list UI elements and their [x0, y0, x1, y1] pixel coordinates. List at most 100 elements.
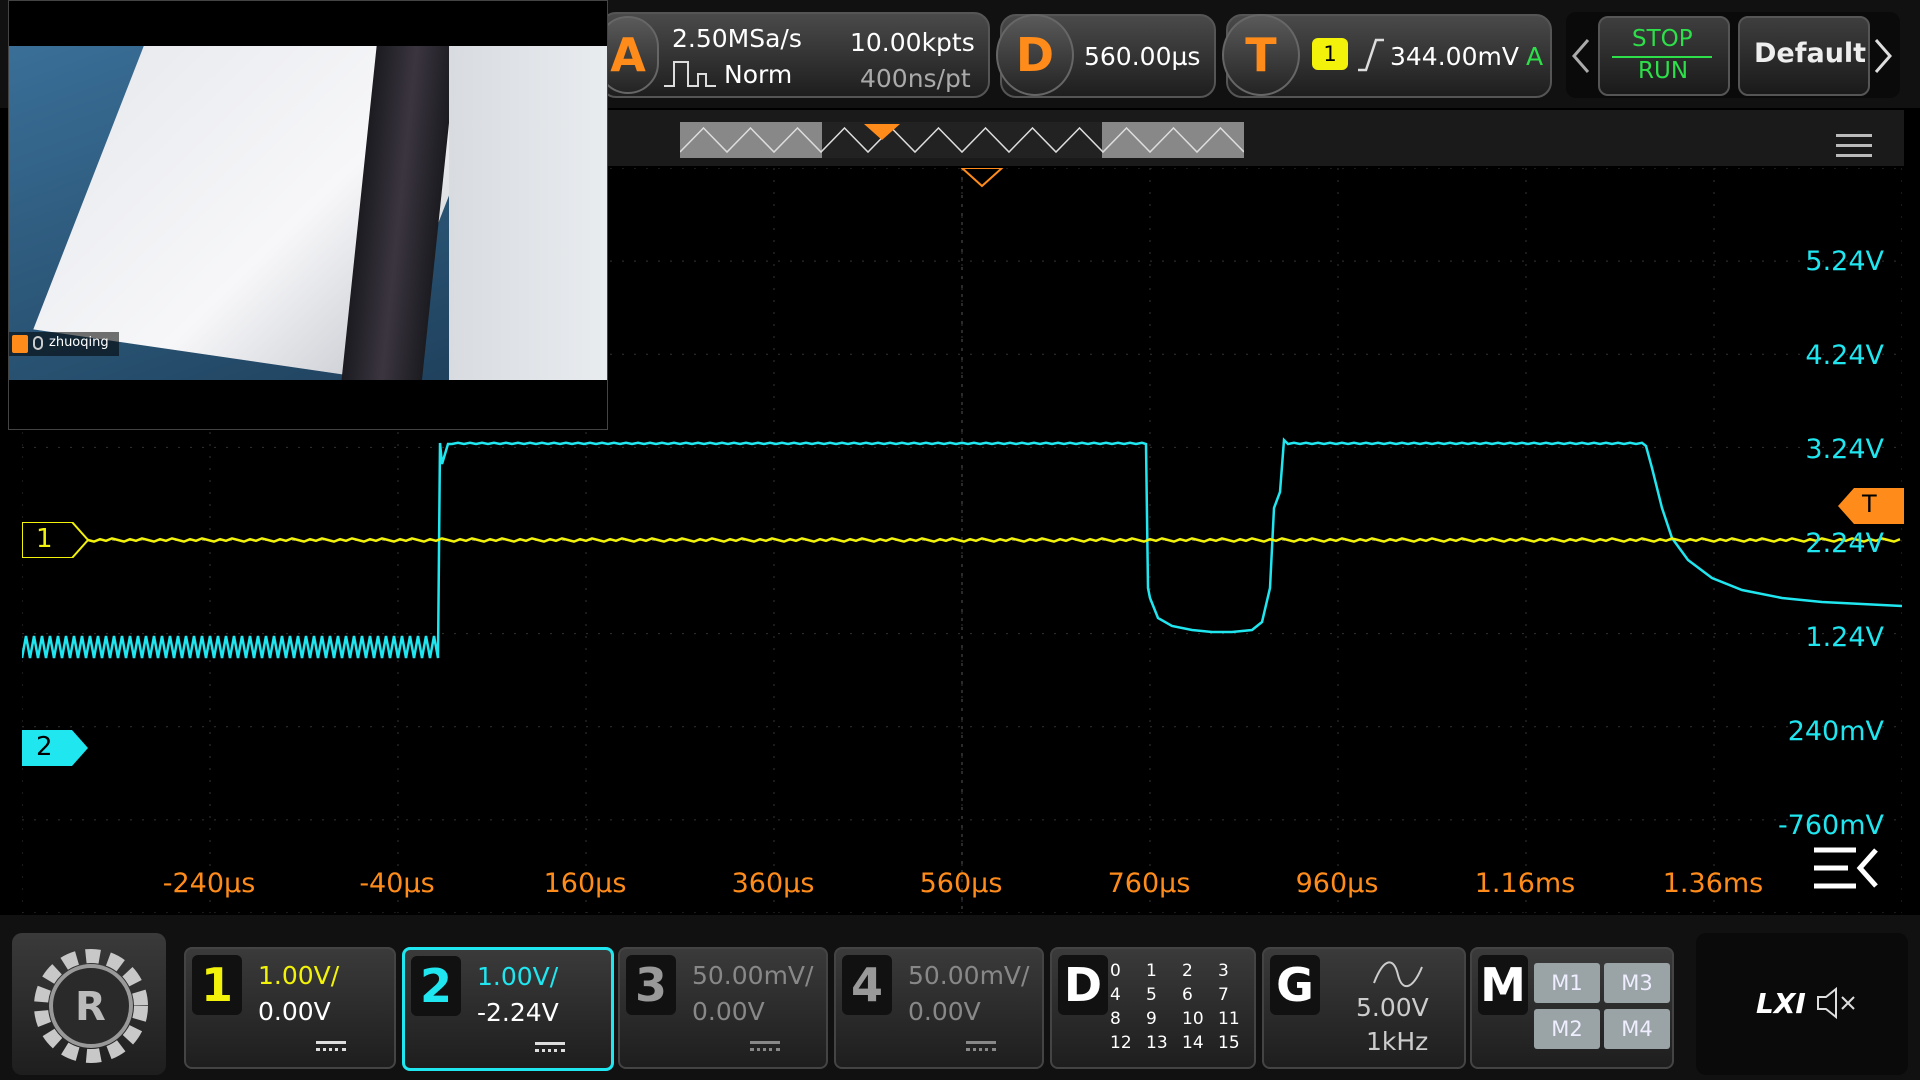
time-label: 160µs [543, 868, 627, 899]
trigger-mode: A [1526, 42, 1544, 71]
delay-icon[interactable]: D [996, 14, 1074, 96]
voltage-label: 2.24V [1805, 528, 1884, 559]
ch1-offset: 0.00V [258, 997, 331, 1026]
trigger-level: 344.00mV [1390, 42, 1519, 71]
ch1-card[interactable]: 1 1.00V/ 0.00V [184, 947, 396, 1069]
math-m4-button[interactable]: M4 [1604, 1009, 1670, 1049]
ch1-marker-label: 1 [36, 524, 53, 554]
participant-tag: zhuoqing [9, 332, 119, 356]
digital-bit-label: 0 [1110, 961, 1121, 981]
acq-mode: Norm [724, 60, 793, 89]
ch1-number: 1 [192, 955, 242, 1015]
time-per-point: 400ns/pt [860, 64, 971, 93]
participant-name: zhuoqing [49, 335, 109, 350]
ch1-scale: 1.00V/ [258, 961, 340, 990]
digital-bit-label: 14 [1182, 1033, 1204, 1053]
webcam-overlay[interactable]: zhuoqing [8, 0, 608, 430]
time-label: 360µs [731, 868, 815, 899]
voltage-label: 3.24V [1805, 434, 1884, 465]
digital-bit-label: 8 [1110, 1009, 1121, 1029]
math-m1-button[interactable]: M1 [1534, 963, 1600, 1003]
digital-bit-label: 6 [1182, 985, 1193, 1005]
sine-wave-icon [1373, 961, 1423, 987]
dc-coupling-icon [316, 1041, 346, 1051]
digital-bit-label: 9 [1146, 1009, 1157, 1029]
ch3-number: 3 [626, 955, 676, 1015]
voltage-label: -760mV [1777, 810, 1884, 841]
dc-coupling-icon [535, 1042, 565, 1052]
memory-depth: 10.00kpts [850, 28, 975, 57]
digital-bit-label: 13 [1146, 1033, 1168, 1053]
ch4-offset: 0.00V [908, 997, 981, 1026]
digital-bit-label: 5 [1146, 985, 1157, 1005]
time-label: -40µs [359, 868, 435, 899]
voltage-label: 4.24V [1805, 340, 1884, 371]
ch2-offset-marker[interactable] [22, 730, 92, 766]
background-wall [449, 46, 607, 380]
digital-bit-label: 3 [1218, 961, 1229, 981]
digital-card[interactable]: D 0 1 2 3 4 5 6 7 8 9 10 11 12 13 14 15 [1050, 947, 1256, 1069]
rigol-gear-logo-icon: R [34, 949, 148, 1063]
math-letter: M [1478, 955, 1528, 1015]
chevron-left-icon[interactable] [1570, 36, 1592, 76]
ch4-scale: 50.00mV/ [908, 961, 1030, 990]
digital-bit-label: 7 [1218, 985, 1229, 1005]
math-m3-button[interactable]: M3 [1604, 963, 1670, 1003]
digital-bit-label: 10 [1182, 1009, 1204, 1029]
digital-bit-label: 4 [1110, 985, 1121, 1005]
voltage-label: 1.24V [1805, 622, 1884, 653]
default-label: Default [1754, 38, 1867, 69]
time-label: 960µs [1295, 868, 1379, 899]
trigger-time-marker [960, 168, 1004, 188]
digital-bit-label: 15 [1218, 1033, 1240, 1053]
microphone-icon [33, 336, 43, 350]
time-label: 1.36ms [1662, 868, 1764, 899]
digital-bit-label: 1 [1146, 961, 1157, 981]
chevron-right-icon[interactable] [1872, 36, 1894, 76]
lxi-logo: LXI [1756, 987, 1806, 1020]
dc-coupling-icon [750, 1041, 780, 1051]
time-label: -240µs [162, 868, 256, 899]
ch3-offset: 0.00V [692, 997, 765, 1026]
ch2-offset: -2.24V [477, 998, 559, 1027]
ch3-card[interactable]: 3 50.00mV/ 0.00V [618, 947, 828, 1069]
svg-text:R: R [75, 984, 106, 1030]
ch2-marker-label: 2 [36, 732, 53, 762]
delay-value: 560.00µs [1084, 42, 1201, 71]
dc-coupling-icon [966, 1041, 996, 1051]
ch3-scale: 50.00mV/ [692, 961, 814, 990]
math-card[interactable]: M M1 M3 M2 M4 [1470, 947, 1674, 1069]
rising-edge-icon [1358, 38, 1384, 72]
ch2-card[interactable]: 2 1.00V/ -2.24V [402, 947, 614, 1071]
generator-card[interactable]: G 5.00V 1kHz [1262, 947, 1466, 1069]
digital-letter: D [1058, 955, 1108, 1015]
acq-pulse-icon [664, 61, 716, 87]
stop-label: STOP [1632, 26, 1693, 52]
generator-frequency: 1kHz [1366, 1027, 1429, 1056]
trigger-icon[interactable]: T [1222, 14, 1300, 96]
collapse-menu-icon[interactable] [1812, 842, 1882, 894]
trigger-source-badge: 1 [1312, 38, 1348, 70]
time-label: 1.16ms [1474, 868, 1576, 899]
ch1-offset-marker[interactable] [22, 522, 92, 558]
ch2-number: 2 [411, 956, 461, 1016]
memory-overview[interactable] [680, 122, 1244, 158]
math-m2-button[interactable]: M2 [1534, 1009, 1600, 1049]
webcam-video: zhuoqing [9, 46, 607, 380]
trigger-marker-label: T [1862, 490, 1877, 518]
user-icon [12, 335, 28, 353]
speaker-muted-icon[interactable] [1814, 985, 1860, 1021]
ch4-card[interactable]: 4 50.00mV/ 0.00V [834, 947, 1044, 1069]
generator-letter: G [1270, 955, 1320, 1015]
menu-icon[interactable] [1836, 134, 1872, 157]
generator-amplitude: 5.00V [1356, 993, 1429, 1022]
time-label: 560µs [919, 868, 1003, 899]
trigger-position-marker[interactable] [862, 122, 902, 142]
voltage-label: 240mV [1787, 716, 1884, 747]
sample-rate: 2.50MSa/s [672, 24, 802, 53]
digital-bit-label: 12 [1110, 1033, 1132, 1053]
bottom-status-bar: R 1 1.00V/ 0.00V 2 1.00V/ -2.24V 3 50.00… [0, 915, 1920, 1080]
digital-bit-label: 2 [1182, 961, 1193, 981]
ch2-scale: 1.00V/ [477, 962, 559, 991]
digital-bit-label: 11 [1218, 1009, 1240, 1029]
